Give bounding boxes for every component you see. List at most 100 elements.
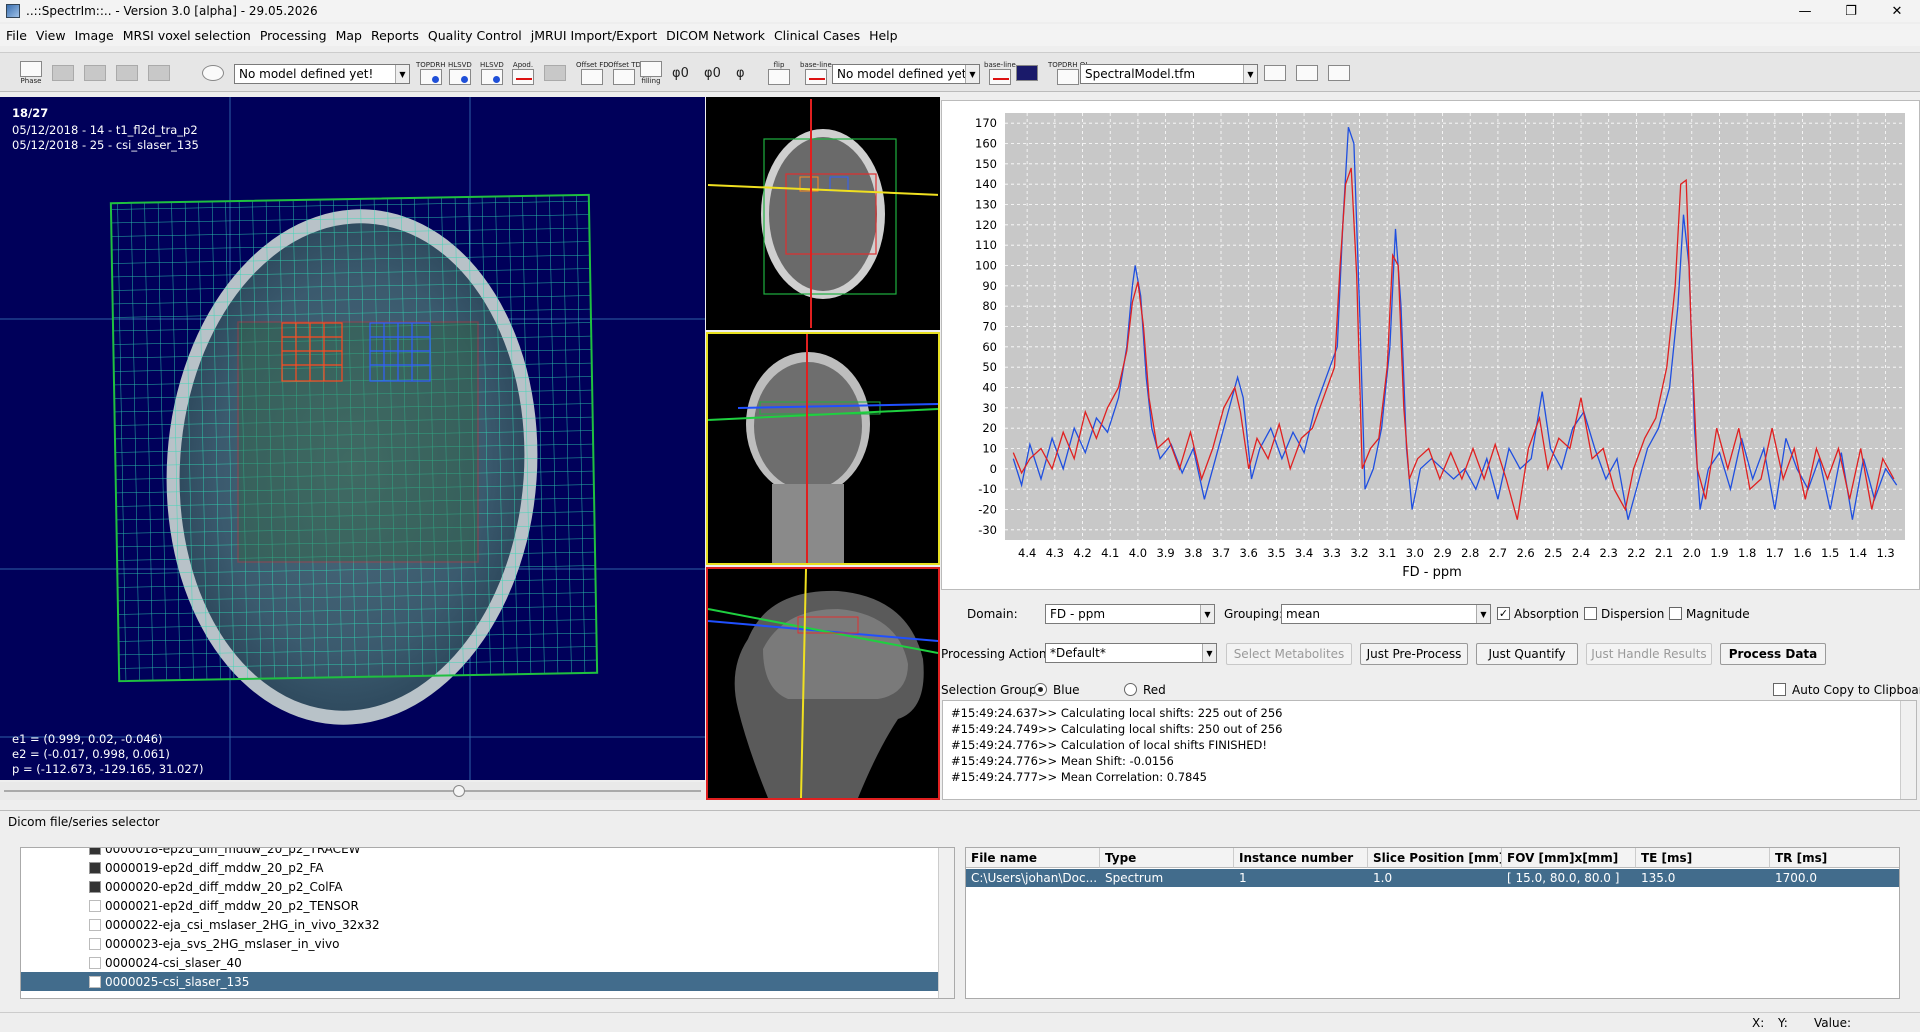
baseline-button[interactable]: base-line: [800, 59, 832, 87]
hlsvd-2-button[interactable]: HLSVD: [480, 59, 504, 87]
disabled-tool-2-button[interactable]: [84, 59, 106, 87]
rotate-icon[interactable]: [202, 59, 224, 87]
lop-button[interactable]: [1016, 59, 1038, 87]
tree-item[interactable]: 0000019-ep2d_diff_mddw_20_p2_FA: [21, 858, 939, 877]
phase-zero-button[interactable]: φ0: [672, 59, 689, 87]
menu-reports[interactable]: Reports: [371, 28, 419, 43]
just-preprocess-button[interactable]: Just Pre-Process: [1360, 643, 1468, 665]
blue-group-radio[interactable]: [1034, 683, 1047, 696]
edit-icon[interactable]: [1264, 59, 1286, 87]
slider-thumb[interactable]: [453, 785, 465, 797]
main-image-view[interactable]: 18/27 05/12/2018 - 14 - t1_fl2d_tra_p2 0…: [0, 97, 705, 780]
menu-jmrui-import-export[interactable]: jMRUI Import/Export: [531, 28, 657, 43]
just-handle-results-button[interactable]: Just Handle Results: [1586, 643, 1712, 665]
tree-item[interactable]: 0000018-ep2d_diff_mddw_20_p2_TRACEW: [21, 848, 939, 858]
minimize-button[interactable]: —: [1782, 0, 1828, 22]
spectrum-file-icon: [89, 956, 101, 969]
col-fov[interactable]: FOV [mm]x[mm]: [1502, 848, 1636, 868]
col-tr[interactable]: TR [ms]: [1770, 848, 1899, 868]
offset-td-button[interactable]: Offset TD: [608, 59, 641, 87]
title-bar: ..::SpectrIm::.. - Version 3.0 [alpha] -…: [0, 0, 1920, 22]
tree-item[interactable]: 0000020-ep2d_diff_mddw_20_p2_ColFA: [21, 877, 939, 896]
apodization-button[interactable]: Apod.: [512, 59, 534, 87]
select-metabolites-button[interactable]: Select Metabolites: [1226, 643, 1352, 665]
maximize-button[interactable]: ❐: [1828, 0, 1874, 22]
model-select-2[interactable]: No model defined yet! ▼: [832, 64, 980, 84]
grouping-select[interactable]: mean ▼: [1281, 604, 1491, 624]
menu-processing[interactable]: Processing: [260, 28, 327, 43]
disabled-tool-4-button[interactable]: [148, 59, 170, 87]
log-line: #15:49:24.776>> Calculation of local shi…: [951, 738, 1267, 752]
magnitude-checkbox[interactable]: [1669, 607, 1682, 620]
phase-button[interactable]: Phase: [20, 59, 42, 87]
processing-action-select[interactable]: *Default* ▼: [1045, 643, 1217, 663]
domain-label: Domain:: [967, 607, 1018, 621]
menu-image[interactable]: Image: [75, 28, 114, 43]
menu-quality-control[interactable]: Quality Control: [428, 28, 522, 43]
tree-scrollbar[interactable]: [938, 848, 954, 998]
col-slice-position[interactable]: Slice Position [mm]: [1368, 848, 1502, 868]
file-table[interactable]: File name Type Instance number Slice Pos…: [965, 847, 1900, 999]
document-edit-icon[interactable]: [1296, 59, 1318, 87]
menu-map[interactable]: Map: [336, 28, 362, 43]
baseline-2-button[interactable]: base-line: [984, 59, 1016, 87]
x-tick-label: 4.0: [1129, 546, 1147, 560]
x-tick-label: 3.1: [1378, 546, 1396, 560]
slice-slider[interactable]: [0, 782, 705, 800]
offset-fd-button[interactable]: Offset FD: [576, 59, 609, 87]
log-console[interactable]: #15:49:24.637>> Calculating local shifts…: [942, 700, 1917, 800]
cell-fov[interactable]: [ 15.0, 80.0, 80.0 ]: [1502, 869, 1636, 887]
cell-file-name[interactable]: C:\Users\johan\Doc...: [966, 869, 1100, 887]
menu-mrsi-voxel-selection[interactable]: MRSI voxel selection: [123, 28, 251, 43]
sagittal-thumbnail[interactable]: [706, 567, 940, 800]
menu-dicom-network[interactable]: DICOM Network: [666, 28, 765, 43]
spectrum-chart[interactable]: 4.4 4.3 4.2 4.1 4.0 3.9 3.8 3.7 3.6 3.5 3.4 3.3 3.2 3…: [942, 101, 1919, 589]
tree-item[interactable]: 0000024-csi_slaser_40: [21, 953, 939, 972]
x-tick-label: 3.7: [1212, 546, 1230, 560]
coronal-thumbnail[interactable]: [706, 332, 940, 565]
disabled-tool-3-button[interactable]: [116, 59, 138, 87]
menu-view[interactable]: View: [36, 28, 66, 43]
auto-copy-checkbox[interactable]: [1773, 683, 1786, 696]
topdrh-button[interactable]: TOPDRH: [416, 59, 446, 87]
disabled-tool-1-button[interactable]: [52, 59, 74, 87]
tree-item[interactable]: 0000021-ep2d_diff_mddw_20_p2_TENSOR: [21, 896, 939, 915]
spectral-model-select[interactable]: SpectralModel.tfm ▼: [1080, 64, 1258, 84]
axial-thumbnail[interactable]: [706, 97, 940, 330]
series-tree[interactable]: 0000018-ep2d_diff_mddw_20_p2_TRACEW 0000…: [20, 847, 955, 999]
model-select-1[interactable]: No model defined yet! ▼: [234, 64, 410, 84]
disabled-tool-5-button[interactable]: [544, 59, 566, 87]
tree-item[interactable]: 0000022-eja_csi_mslaser_2HG_in_vivo_32x3…: [21, 915, 939, 934]
col-type[interactable]: Type: [1100, 848, 1234, 868]
menu-clinical-cases[interactable]: Clinical Cases: [774, 28, 860, 43]
cell-slice-position[interactable]: 1.0: [1368, 869, 1502, 887]
cell-instance-number[interactable]: 1: [1234, 869, 1368, 887]
domain-select[interactable]: FD - ppm ▼: [1045, 604, 1215, 624]
phase-zero-2-button[interactable]: φ0: [704, 59, 721, 87]
tree-item-selected[interactable]: 0000025-csi_slaser_135: [21, 972, 939, 991]
just-quantify-button[interactable]: Just Quantify: [1476, 643, 1578, 665]
zero-filling-button[interactable]: filling: [640, 59, 662, 87]
status-bar: X: Y: Value:: [0, 1012, 1920, 1032]
tree-item[interactable]: 0000023-eja_svs_2HG_mslaser_in_vivo: [21, 934, 939, 953]
process-data-button[interactable]: Process Data: [1720, 643, 1826, 665]
cell-tr[interactable]: 1700.0: [1770, 869, 1899, 887]
col-te[interactable]: TE [ms]: [1636, 848, 1770, 868]
log-scrollbar[interactable]: [1900, 701, 1916, 799]
slice-index: 18/27: [12, 106, 49, 120]
spectrum-chart-panel[interactable]: 4.4 4.3 4.2 4.1 4.0 3.9 3.8 3.7 3.6 3.5 3.4 3.3 3.2 3…: [941, 100, 1920, 590]
absorption-checkbox[interactable]: ✓: [1497, 607, 1510, 620]
flip-button[interactable]: flip: [768, 59, 790, 87]
menu-help[interactable]: Help: [869, 28, 898, 43]
menu-file[interactable]: File: [6, 28, 27, 43]
cell-type[interactable]: Spectrum: [1100, 869, 1234, 887]
dispersion-checkbox[interactable]: [1584, 607, 1597, 620]
col-file-name[interactable]: File name: [966, 848, 1100, 868]
close-button[interactable]: ✕: [1874, 0, 1920, 22]
hlsvd-button[interactable]: HLSVD: [448, 59, 472, 87]
red-group-radio[interactable]: [1124, 683, 1137, 696]
cell-te[interactable]: 135.0: [1636, 869, 1770, 887]
checklist-icon[interactable]: [1328, 59, 1350, 87]
col-instance-number[interactable]: Instance number: [1234, 848, 1368, 868]
phase-auto-button[interactable]: φ: [736, 59, 745, 87]
